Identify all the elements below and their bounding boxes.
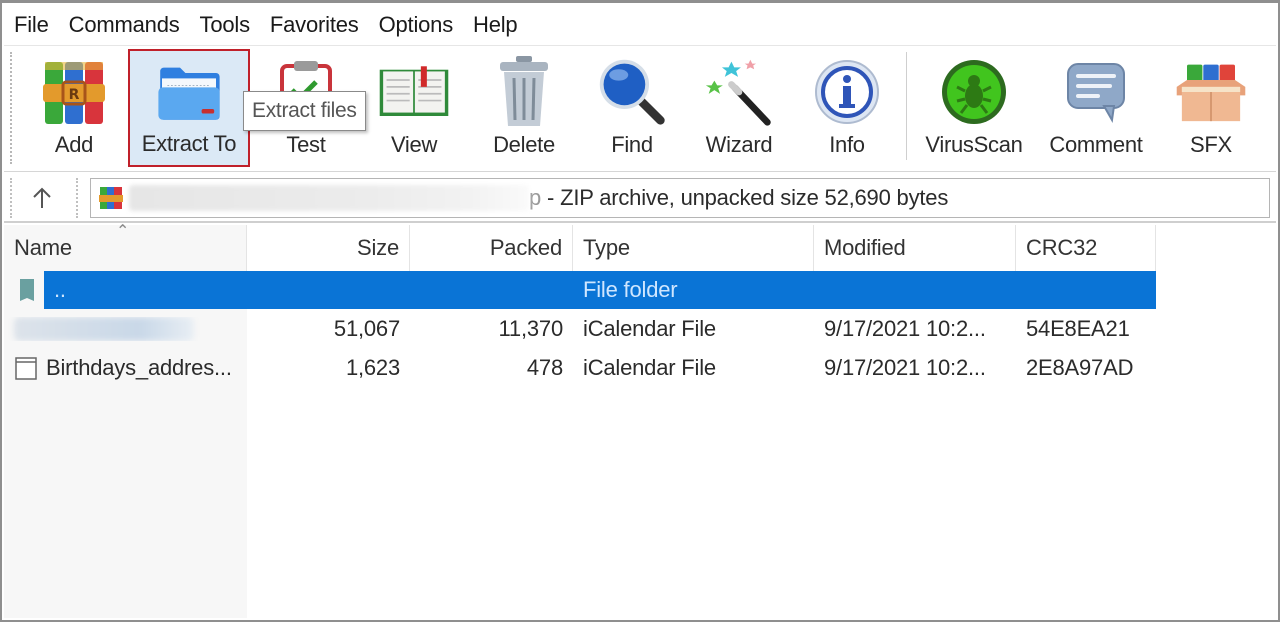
extract-to-label: Extract To bbox=[141, 131, 237, 156]
row-crc: 2E8A97AD bbox=[1026, 355, 1134, 380]
row-name: Birthdays_addres... bbox=[46, 355, 232, 380]
table-row[interactable]: 51,067 11,370 iCalendar File 9/17/2021 1… bbox=[4, 310, 1156, 348]
selected-row-highlight[interactable]: .. File folder bbox=[44, 271, 1156, 309]
file-list: Name ⌃ Size Packed Type Modified CRC32 .… bbox=[4, 223, 1276, 618]
magnifier-icon bbox=[596, 52, 668, 132]
column-header-name[interactable]: Name ⌃ bbox=[4, 223, 247, 271]
info-icon bbox=[811, 52, 883, 132]
folder-extract-icon bbox=[153, 51, 225, 131]
folder-up-icon bbox=[20, 279, 34, 301]
add-label: Add bbox=[54, 132, 94, 157]
open-book-icon bbox=[378, 52, 450, 132]
row-size: 1,623 bbox=[345, 355, 400, 380]
menu-tools[interactable]: Tools bbox=[200, 12, 251, 38]
archive-name-tail: p bbox=[529, 185, 542, 210]
list-header: Name ⌃ Size Packed Type Modified CRC32 bbox=[4, 223, 1156, 271]
menu-file[interactable]: File bbox=[14, 12, 49, 38]
row-type: File folder bbox=[583, 277, 678, 302]
info-label: Info bbox=[829, 132, 865, 157]
row-packed: 478 bbox=[526, 355, 563, 380]
extract-to-button[interactable]: Extract To bbox=[128, 49, 250, 167]
view-button[interactable]: View bbox=[370, 52, 458, 164]
row-name-cell: Birthdays_addres... bbox=[4, 355, 247, 381]
row-modified: 9/17/2021 10:2... bbox=[824, 316, 986, 341]
add-archive-icon: R bbox=[38, 52, 110, 132]
delete-label: Delete bbox=[493, 132, 555, 157]
column-header-crc32[interactable]: CRC32 bbox=[1016, 225, 1156, 271]
calendar-file-icon bbox=[15, 357, 37, 380]
row-name-cell bbox=[4, 317, 247, 341]
row-type: iCalendar File bbox=[583, 316, 716, 341]
address-grip[interactable] bbox=[10, 178, 12, 218]
wizard-button[interactable]: Wizard bbox=[696, 52, 782, 164]
speech-bubble-icon bbox=[1060, 52, 1132, 132]
find-button[interactable]: Find bbox=[594, 52, 670, 164]
row-name: .. bbox=[54, 277, 66, 302]
sfx-box-icon bbox=[1175, 52, 1247, 132]
virusscan-label: VirusScan bbox=[925, 132, 1023, 157]
path-field[interactable]: p - ZIP archive, unpacked size 52,690 by… bbox=[90, 178, 1270, 218]
archive-icon bbox=[99, 187, 123, 209]
address-grip-2 bbox=[76, 178, 78, 218]
sfx-button[interactable]: SFX bbox=[1166, 52, 1256, 164]
delete-button[interactable]: Delete bbox=[482, 52, 566, 164]
sfx-label: SFX bbox=[1190, 132, 1232, 157]
row-type: iCalendar File bbox=[583, 355, 716, 380]
row-crc: 54E8EA21 bbox=[1026, 316, 1130, 341]
find-label: Find bbox=[611, 132, 653, 157]
arrow-up-icon bbox=[33, 187, 51, 208]
toolbar-separator bbox=[906, 52, 907, 160]
sort-ascending-icon: ⌃ bbox=[116, 223, 130, 240]
column-header-name-label: Name bbox=[14, 235, 72, 260]
column-header-size[interactable]: Size bbox=[247, 225, 410, 271]
file-name-redacted bbox=[14, 317, 194, 341]
magic-wand-icon bbox=[703, 52, 775, 132]
winrar-window: File Commands Tools Favorites Options He… bbox=[0, 0, 1280, 622]
menu-help[interactable]: Help bbox=[473, 12, 518, 38]
virusscan-button[interactable]: VirusScan bbox=[918, 52, 1030, 164]
bug-icon bbox=[938, 52, 1010, 132]
toolbar: R Add Extract To Test View Delete Find W… bbox=[4, 45, 1276, 169]
column-header-packed[interactable]: Packed bbox=[410, 225, 573, 271]
column-header-type[interactable]: Type bbox=[573, 225, 814, 271]
add-button[interactable]: R Add bbox=[36, 52, 112, 164]
menu-commands[interactable]: Commands bbox=[69, 12, 180, 38]
row-packed: 11,370 bbox=[498, 316, 564, 341]
address-bar: p - ZIP archive, unpacked size 52,690 by… bbox=[4, 171, 1276, 223]
extract-files-tooltip: Extract files bbox=[243, 91, 366, 131]
comment-button[interactable]: Comment bbox=[1040, 52, 1152, 164]
up-folder-button[interactable] bbox=[24, 180, 60, 216]
trash-icon bbox=[488, 52, 560, 132]
menu-options[interactable]: Options bbox=[379, 12, 454, 38]
wizard-label: Wizard bbox=[705, 132, 773, 157]
table-row[interactable]: Birthdays_addres... 1,623 478 iCalendar … bbox=[4, 349, 1156, 387]
menu-bar: File Commands Tools Favorites Options He… bbox=[4, 6, 1276, 44]
comment-label: Comment bbox=[1049, 132, 1143, 157]
test-label: Test bbox=[286, 132, 326, 157]
view-label: View bbox=[390, 132, 438, 157]
menu-favorites[interactable]: Favorites bbox=[270, 12, 359, 38]
archive-info-text: - ZIP archive, unpacked size 52,690 byte… bbox=[547, 185, 949, 210]
column-header-modified[interactable]: Modified bbox=[814, 225, 1016, 271]
row-modified: 9/17/2021 10:2... bbox=[824, 355, 986, 380]
toolbar-grip[interactable] bbox=[10, 52, 13, 164]
row-size: 51,067 bbox=[333, 316, 400, 341]
archive-name-redacted bbox=[129, 185, 529, 211]
svg-text:R: R bbox=[69, 87, 80, 103]
info-button[interactable]: Info bbox=[810, 52, 884, 164]
